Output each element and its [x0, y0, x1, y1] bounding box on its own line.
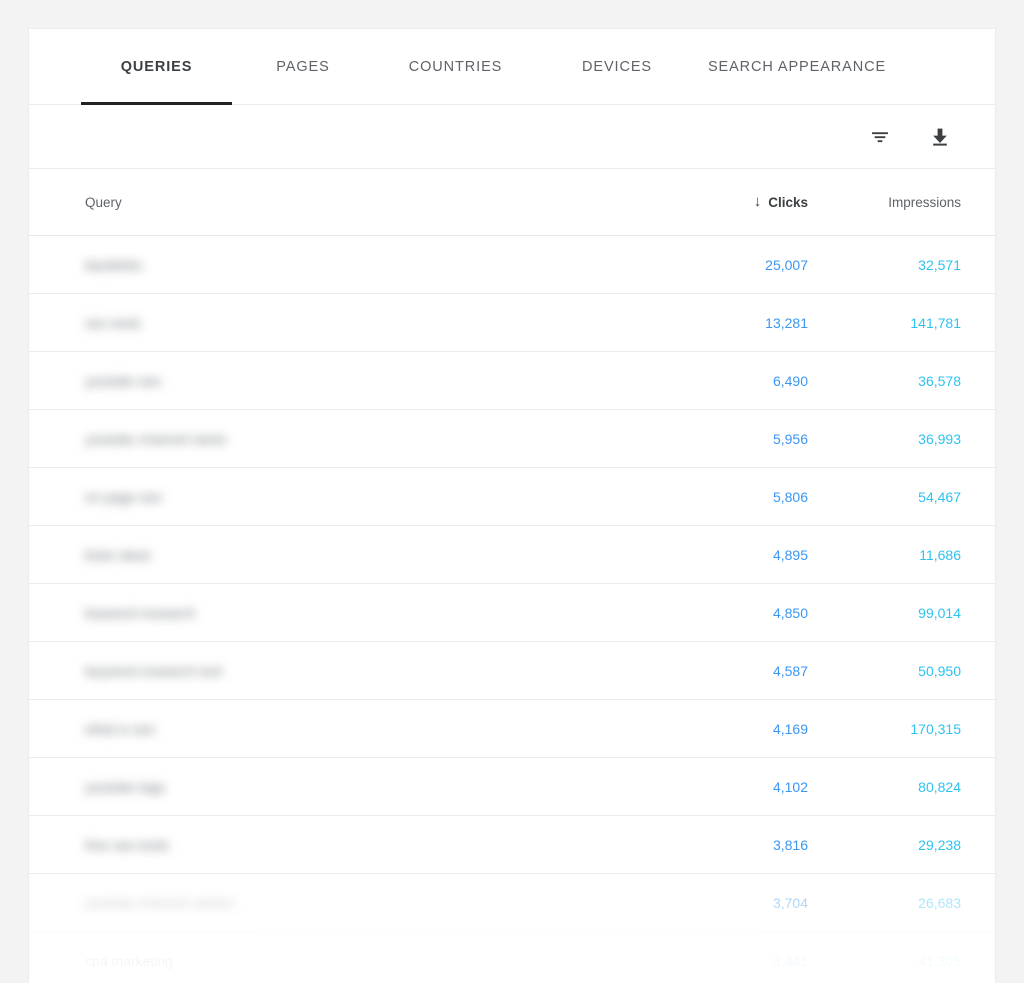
- cell-clicks: 5,806: [610, 489, 810, 505]
- table-toolbar: [29, 105, 995, 169]
- table-row[interactable]: keyword research tool 4,587 50,950: [29, 642, 995, 700]
- table-row[interactable]: brian dean 4,895 11,686: [29, 526, 995, 584]
- column-header-clicks-label: Clicks: [768, 195, 808, 210]
- tab-countries[interactable]: COUNTRIES: [374, 29, 537, 105]
- table-row[interactable]: seo tools 13,281 141,781: [29, 294, 995, 352]
- table-row[interactable]: cpa marketing 3,441 41,305: [29, 932, 995, 983]
- page-root: QUERIES PAGES COUNTRIES DEVICES SEARCH A…: [0, 0, 1024, 983]
- table-row[interactable]: youtube tags 4,102 80,824: [29, 758, 995, 816]
- cell-clicks: 3,441: [610, 953, 810, 969]
- cell-query: keyword research: [85, 605, 610, 621]
- cell-query: on page seo: [85, 489, 610, 505]
- tab-bar: QUERIES PAGES COUNTRIES DEVICES SEARCH A…: [29, 29, 995, 105]
- cell-clicks: 4,102: [610, 779, 810, 795]
- tab-queries-label: QUERIES: [121, 59, 193, 75]
- table-row[interactable]: youtube channel name 5,956 36,993: [29, 410, 995, 468]
- table-row[interactable]: what is seo 4,169 170,315: [29, 700, 995, 758]
- filter-icon: [869, 126, 891, 148]
- cell-query: brian dean: [85, 547, 610, 563]
- cell-clicks: 4,587: [610, 663, 810, 679]
- filter-button[interactable]: [868, 125, 892, 149]
- tab-queries[interactable]: QUERIES: [81, 29, 232, 105]
- table-row[interactable]: youtube channel names 3,704 26,683: [29, 874, 995, 932]
- table-row[interactable]: backlinks 25,007 32,571: [29, 236, 995, 294]
- cell-clicks: 4,169: [610, 721, 810, 737]
- tab-countries-label: COUNTRIES: [409, 59, 503, 75]
- cell-impressions: 50,950: [810, 663, 995, 679]
- cell-query: backlinks: [85, 257, 610, 273]
- column-header-query[interactable]: Query: [85, 195, 610, 210]
- cell-query: youtube channel name: [85, 431, 610, 447]
- cell-impressions: 54,467: [810, 489, 995, 505]
- cell-impressions: 29,238: [810, 837, 995, 853]
- cell-query: youtube seo: [85, 373, 610, 389]
- tab-search-appearance-label: SEARCH APPEARANCE: [708, 59, 886, 75]
- cell-impressions: 99,014: [810, 605, 995, 621]
- cell-query: keyword research tool: [85, 663, 610, 679]
- cell-clicks: 4,895: [610, 547, 810, 563]
- cell-query: cpa marketing: [85, 953, 610, 969]
- cell-clicks: 13,281: [610, 315, 810, 331]
- performance-table: Query ↓ Clicks Impressions backlinks 25,…: [29, 169, 995, 983]
- cell-clicks: 3,704: [610, 895, 810, 911]
- cell-impressions: 170,315: [810, 721, 995, 737]
- cell-impressions: 41,305: [810, 953, 995, 969]
- tab-search-appearance[interactable]: SEARCH APPEARANCE: [697, 29, 897, 105]
- sort-descending-icon: ↓: [754, 194, 762, 209]
- cell-impressions: 36,993: [810, 431, 995, 447]
- cell-impressions: 11,686: [810, 547, 995, 563]
- table-row[interactable]: on page seo 5,806 54,467: [29, 468, 995, 526]
- cell-impressions: 80,824: [810, 779, 995, 795]
- cell-impressions: 141,781: [810, 315, 995, 331]
- column-header-clicks[interactable]: ↓ Clicks: [610, 195, 810, 210]
- cell-query: what is seo: [85, 721, 610, 737]
- cell-impressions: 36,578: [810, 373, 995, 389]
- cell-query: free seo tools: [85, 837, 610, 853]
- table-header-row: Query ↓ Clicks Impressions: [29, 169, 995, 236]
- cell-query: seo tools: [85, 315, 610, 331]
- cell-impressions: 26,683: [810, 895, 995, 911]
- cell-impressions: 32,571: [810, 257, 995, 273]
- cell-clicks: 25,007: [610, 257, 810, 273]
- table-row[interactable]: keyword research 4,850 99,014: [29, 584, 995, 642]
- performance-card: QUERIES PAGES COUNTRIES DEVICES SEARCH A…: [28, 28, 996, 983]
- column-header-impressions[interactable]: Impressions: [810, 195, 995, 210]
- download-button[interactable]: [928, 125, 952, 149]
- cell-query: youtube channel names: [85, 895, 610, 911]
- table-row[interactable]: youtube seo 6,490 36,578: [29, 352, 995, 410]
- cell-query: youtube tags: [85, 779, 610, 795]
- table-row[interactable]: free seo tools 3,816 29,238: [29, 816, 995, 874]
- cell-clicks: 6,490: [610, 373, 810, 389]
- tab-devices[interactable]: DEVICES: [537, 29, 697, 105]
- tab-pages-label: PAGES: [276, 59, 329, 75]
- tab-devices-label: DEVICES: [582, 59, 652, 75]
- cell-clicks: 3,816: [610, 837, 810, 853]
- download-icon: [929, 126, 951, 148]
- tab-pages[interactable]: PAGES: [232, 29, 374, 105]
- cell-clicks: 4,850: [610, 605, 810, 621]
- cell-clicks: 5,956: [610, 431, 810, 447]
